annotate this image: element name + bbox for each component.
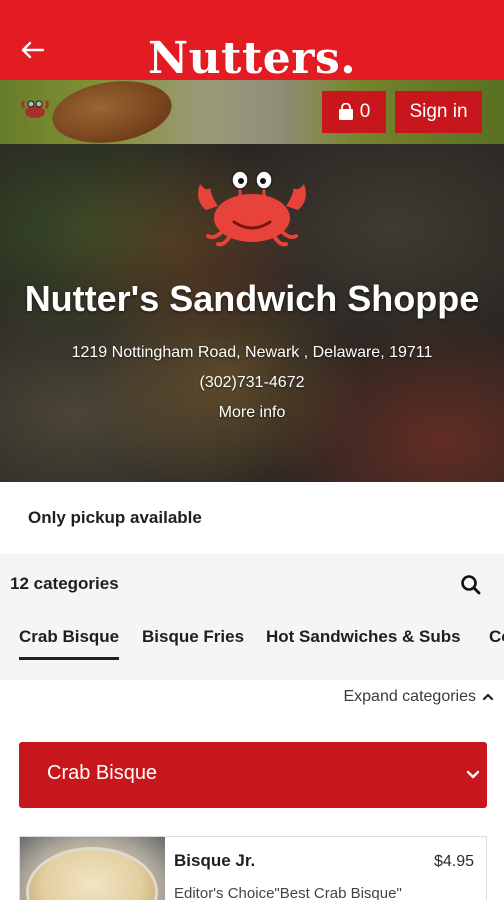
- more-info-link[interactable]: More info: [0, 402, 504, 424]
- item-price: $4.95: [433, 853, 474, 870]
- tab-hot-sandwiches-subs[interactable]: Hot Sandwiches & Subs: [266, 622, 461, 660]
- item-image: [20, 837, 165, 900]
- crab-mascot-icon: [198, 170, 306, 247]
- category-tabs: Crab Bisque Bisque Fries Hot Sandwiches …: [0, 622, 504, 662]
- bisque-bowl-image: [26, 847, 158, 900]
- shop-address: 1219 Nottingham Road, Newark , Delaware,…: [71, 344, 433, 361]
- shop-phone[interactable]: (302)731-4672: [0, 372, 504, 394]
- sign-in-button[interactable]: Sign in: [395, 91, 482, 133]
- pickup-text: Only pickup available: [28, 508, 202, 527]
- menu-item-card[interactable]: Bisque Jr. $4.95 Editor's Choice"Best Cr…: [19, 836, 487, 900]
- tab-more[interactable]: Co: [489, 622, 504, 660]
- shop-name: Nutter's Sandwich Shoppe: [24, 278, 480, 319]
- item-description: Editor's Choice"Best Crab Bisque": [174, 885, 402, 900]
- search-icon: [461, 575, 481, 595]
- tab-crab-bisque[interactable]: Crab Bisque: [19, 622, 120, 660]
- category-section-header[interactable]: Crab Bisque: [19, 742, 487, 808]
- item-name: Bisque Jr.: [174, 851, 256, 870]
- section-title: Crab Bisque: [47, 762, 158, 784]
- shopping-bag-icon: [338, 103, 353, 120]
- expand-categories-label: Expand categories: [343, 688, 476, 705]
- tab-bisque-fries[interactable]: Bisque Fries: [142, 622, 244, 660]
- categories-bar: 12 categories Crab Bisque Bisque Fries H…: [0, 554, 504, 680]
- top-app-bar: Nutters.: [0, 0, 504, 84]
- categories-count: 12 categories: [10, 574, 119, 593]
- pickup-notice: Only pickup available: [0, 482, 504, 554]
- chevron-down-icon: [466, 770, 480, 779]
- brand-logo: Nutters.: [147, 33, 357, 84]
- cart-count: 0: [359, 101, 371, 122]
- expand-categories-button[interactable]: Expand categories: [343, 688, 494, 706]
- search-button[interactable]: [458, 572, 484, 598]
- cart-button[interactable]: 0: [322, 91, 386, 133]
- chevron-up-icon: [482, 693, 494, 701]
